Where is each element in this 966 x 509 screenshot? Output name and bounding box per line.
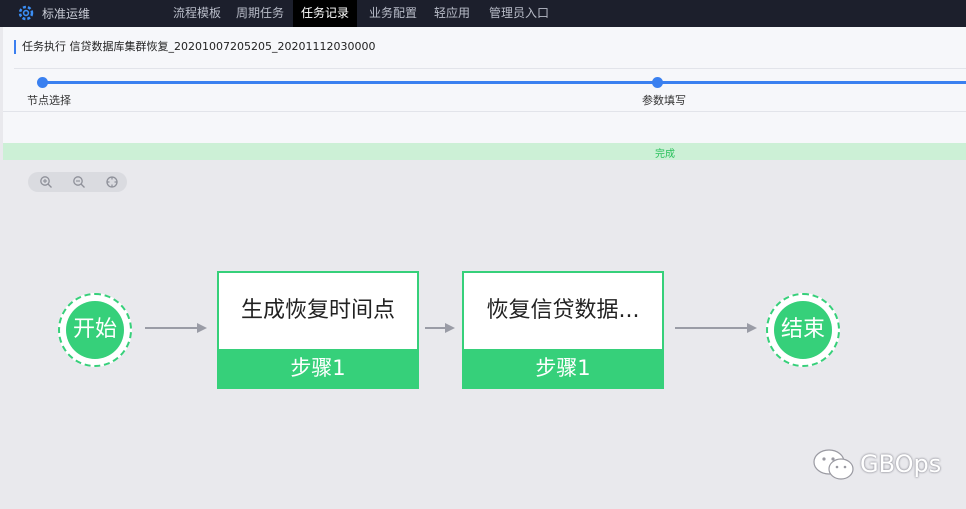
step-label-param-fill[interactable]: 参数填写 bbox=[642, 92, 686, 108]
nav-periodic-task[interactable]: 周期任务 bbox=[228, 0, 292, 27]
step-label-node-select[interactable]: 节点选择 bbox=[27, 92, 71, 108]
task-node-step: 步骤1 bbox=[464, 349, 662, 387]
brand-name[interactable]: 标准运维 bbox=[42, 5, 90, 22]
flow-arrow bbox=[145, 323, 207, 333]
divider bbox=[14, 68, 966, 69]
gear-logo-icon bbox=[18, 5, 34, 21]
zoom-out-icon[interactable] bbox=[72, 175, 86, 189]
start-node[interactable]: 开始 bbox=[58, 293, 132, 367]
end-node-label: 结束 bbox=[774, 301, 832, 359]
task-node-title: 恢复信贷数据... bbox=[486, 298, 640, 323]
nav-business-config[interactable]: 业务配置 bbox=[361, 0, 425, 27]
step-dot-param-fill[interactable] bbox=[652, 77, 663, 88]
top-nav-bar: 标准运维 流程模板 周期任务 任务记录 业务配置 轻应用 管理员入口 bbox=[0, 0, 966, 27]
divider bbox=[3, 111, 966, 112]
status-text: 完成 bbox=[655, 149, 675, 160]
reset-icon[interactable] bbox=[105, 175, 119, 189]
page-title: 任务执行 信贷数据库集群恢复_20201007205205_2020111203… bbox=[14, 40, 375, 54]
task-node-title: 生成恢复时间点 bbox=[240, 298, 395, 323]
nav-admin-entry[interactable]: 管理员入口 bbox=[481, 0, 557, 27]
step-progress-line bbox=[42, 81, 966, 84]
status-bar: 完成 bbox=[3, 143, 966, 160]
nav-flow-template[interactable]: 流程模板 bbox=[165, 0, 229, 27]
zoom-in-icon[interactable] bbox=[39, 175, 53, 189]
step-dot-node-select[interactable] bbox=[37, 77, 48, 88]
task-node-step: 步骤1 bbox=[219, 349, 417, 387]
task-node-restore-credit-data[interactable]: 恢复信贷数据... 步骤1 bbox=[462, 271, 664, 389]
end-node[interactable]: 结束 bbox=[766, 293, 840, 367]
nav-light-app[interactable]: 轻应用 bbox=[426, 0, 478, 27]
zoom-toolbar bbox=[28, 172, 127, 192]
watermark-text: GBOps bbox=[860, 450, 942, 478]
flow-arrow bbox=[675, 323, 757, 333]
flow-arrow bbox=[425, 323, 455, 333]
nav-task-records[interactable]: 任务记录 bbox=[293, 0, 358, 27]
task-node-generate-restore-point[interactable]: 生成恢复时间点 步骤1 bbox=[217, 271, 419, 389]
wechat-icon bbox=[813, 449, 854, 480]
start-node-label: 开始 bbox=[66, 301, 124, 359]
